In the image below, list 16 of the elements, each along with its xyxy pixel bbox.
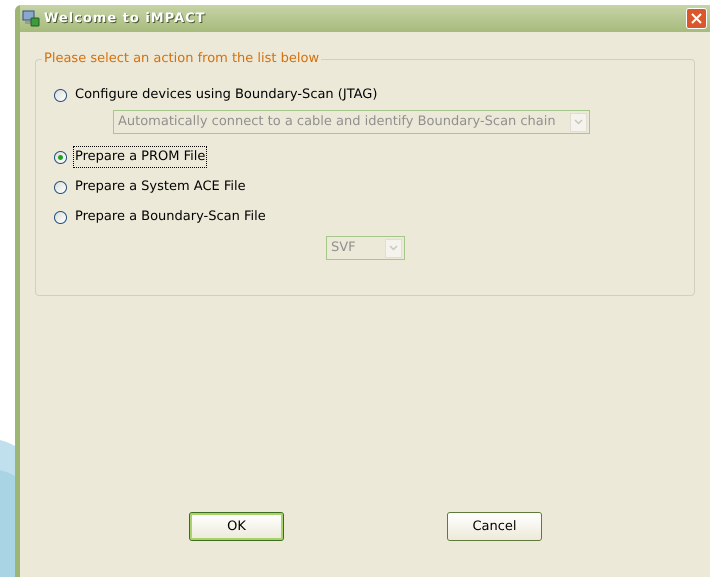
computer-icon bbox=[22, 10, 40, 28]
close-button[interactable] bbox=[686, 8, 707, 29]
radio-button[interactable] bbox=[54, 210, 67, 224]
chevron-down-icon bbox=[570, 112, 587, 132]
option-label[interactable]: Prepare a System ACE File bbox=[74, 177, 247, 197]
option-label[interactable]: Prepare a PROM File bbox=[74, 147, 206, 167]
window-title: Welcome to iMPACT bbox=[44, 10, 207, 28]
radio-button[interactable] bbox=[54, 180, 67, 194]
option-label[interactable]: Configure devices using Boundary-Scan (JTAG) bbox=[74, 85, 378, 105]
chevron-down-icon bbox=[385, 238, 402, 258]
radio-button[interactable] bbox=[54, 150, 67, 164]
close-icon bbox=[691, 13, 702, 24]
ok-button[interactable]: OK bbox=[189, 512, 284, 541]
option-label[interactable]: Prepare a Boundary-Scan File bbox=[74, 207, 267, 227]
radio-button[interactable] bbox=[54, 88, 67, 102]
cancel-button[interactable]: Cancel bbox=[447, 512, 542, 541]
